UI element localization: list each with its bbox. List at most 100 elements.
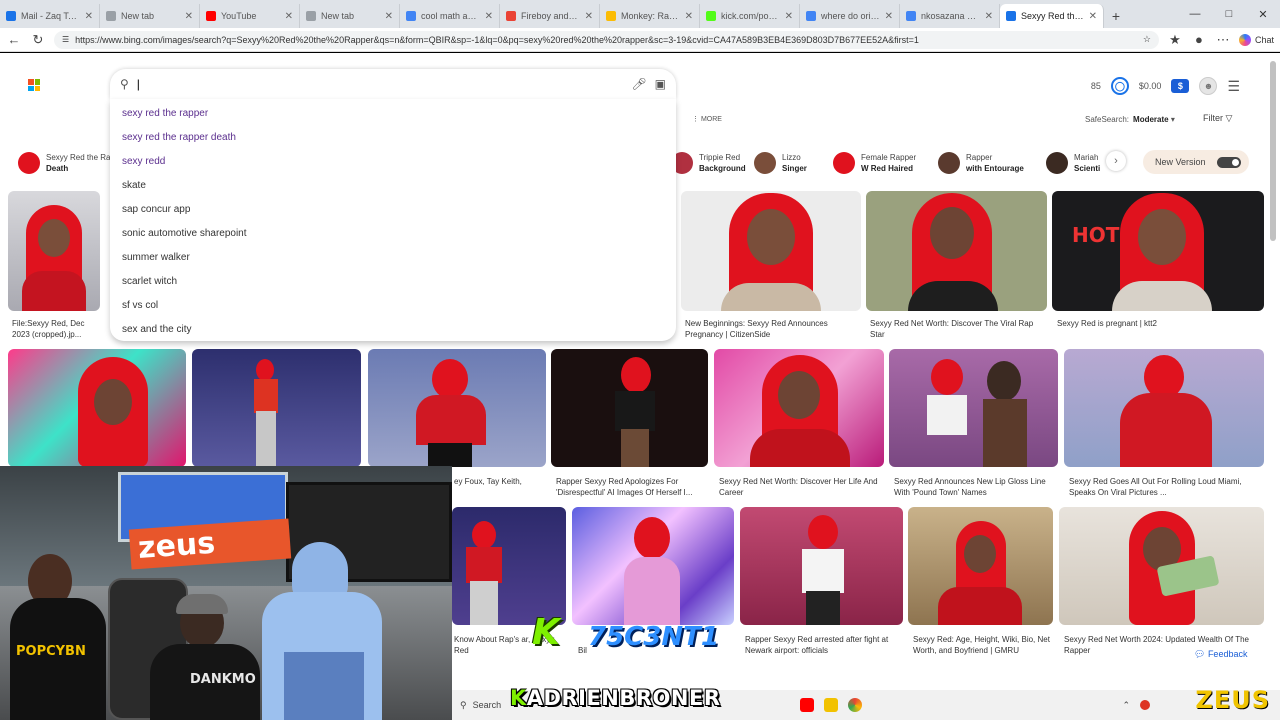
image-result[interactable] bbox=[908, 507, 1053, 625]
related-search-pill[interactable]: Sexyy Red the Ra Death bbox=[18, 149, 110, 177]
browser-tab[interactable]: nkosazana daug ✕ bbox=[900, 4, 1000, 28]
image-caption[interactable]: ey Foux, Tay Keith, bbox=[454, 476, 546, 500]
browser-tab[interactable]: where do original ✕ bbox=[800, 4, 900, 28]
related-search-pill[interactable]: Mariah Scienti bbox=[1046, 149, 1100, 177]
image-caption[interactable]: Rapper Sexyy Red arrested after fight at… bbox=[745, 634, 903, 658]
tab-close-icon[interactable]: ✕ bbox=[685, 11, 693, 22]
tray-app-icon[interactable] bbox=[1140, 700, 1150, 710]
new-version-toggle[interactable]: New Version bbox=[1143, 150, 1249, 174]
copilot-chat-button[interactable]: Chat bbox=[1238, 33, 1274, 46]
tab-close-icon[interactable]: ✕ bbox=[785, 11, 793, 22]
safesearch-control[interactable]: SafeSearch: Moderate ▾ bbox=[1085, 115, 1175, 124]
close-window-icon[interactable]: ✕ bbox=[1246, 0, 1280, 28]
image-caption[interactable]: Sexyy Red is pregnant | ktt2 bbox=[1057, 318, 1257, 342]
browser-tab[interactable]: Mail - Zaq Taylor ✕ bbox=[0, 4, 100, 28]
browser-tab[interactable]: cool math among us ✕ bbox=[400, 4, 500, 28]
image-caption[interactable]: New Beginnings: Sexyy Red Announces Preg… bbox=[685, 318, 861, 342]
favorites-icon[interactable]: ★ bbox=[1167, 32, 1183, 48]
browser-tab[interactable]: Sexyy Red the Rap ✕ bbox=[1000, 4, 1104, 28]
suggestion-item[interactable]: sexy redd bbox=[110, 149, 676, 173]
image-caption[interactable]: Sexyy Red Announces New Lip Gloss Line W… bbox=[894, 476, 1058, 500]
related-search-pill[interactable]: Rapper with Entourage bbox=[938, 149, 1024, 177]
system-tray-chevron-icon[interactable]: ⌃ bbox=[1122, 700, 1130, 711]
toggle-switch[interactable] bbox=[1217, 156, 1241, 168]
image-caption[interactable]: Sexyy Red Net Worth: Discover Her Life A… bbox=[719, 476, 883, 500]
tab-close-icon[interactable]: ✕ bbox=[1089, 11, 1097, 22]
tab-close-icon[interactable]: ✕ bbox=[585, 11, 593, 22]
suggestion-item[interactable]: skate bbox=[110, 173, 676, 197]
microphone-icon[interactable]: 🎤︎ bbox=[631, 77, 646, 91]
image-result[interactable] bbox=[889, 349, 1058, 467]
tab-close-icon[interactable]: ✕ bbox=[285, 11, 293, 22]
pills-next-arrow-icon[interactable]: › bbox=[1106, 151, 1126, 171]
youtube-app-icon[interactable] bbox=[800, 698, 815, 712]
image-caption[interactable]: Rapper Sexyy Red Apologizes For 'Disresp… bbox=[556, 476, 708, 500]
search-icon[interactable]: ⚲ bbox=[120, 77, 129, 91]
tab-close-icon[interactable]: ✕ bbox=[985, 11, 993, 22]
suggestion-item[interactable]: summer walker bbox=[110, 245, 676, 269]
tab-close-icon[interactable]: ✕ bbox=[885, 11, 893, 22]
favorite-star-icon[interactable]: ☆ bbox=[1143, 34, 1151, 45]
image-result[interactable] bbox=[8, 191, 100, 311]
suggestion-item[interactable]: sex and the city bbox=[110, 317, 676, 341]
image-result[interactable] bbox=[192, 349, 361, 467]
image-result[interactable] bbox=[8, 349, 186, 467]
chrome-app-icon[interactable] bbox=[848, 698, 863, 712]
profile-icon[interactable]: ● bbox=[1191, 32, 1207, 48]
balance-text[interactable]: $0.00 bbox=[1139, 81, 1162, 91]
site-info-icon[interactable]: ☰ bbox=[62, 35, 69, 44]
image-result[interactable] bbox=[1064, 349, 1264, 467]
related-search-pill[interactable]: Lizzo Singer bbox=[754, 149, 807, 177]
image-caption[interactable]: Sexyy Red Goes All Out For Rolling Loud … bbox=[1069, 476, 1263, 500]
tab-close-icon[interactable]: ✕ bbox=[485, 11, 493, 22]
image-result[interactable] bbox=[368, 349, 546, 467]
image-caption[interactable]: File:Sexyy Red, Dec 2023 (cropped).jp... bbox=[12, 318, 98, 342]
tab-close-icon[interactable]: ✕ bbox=[185, 11, 193, 22]
image-result[interactable] bbox=[1059, 507, 1264, 625]
suggestion-item[interactable]: sexy red the rapper death bbox=[110, 125, 676, 149]
browser-tab[interactable]: Monkey: Random ✕ bbox=[600, 4, 700, 28]
file-explorer-icon[interactable] bbox=[824, 698, 839, 712]
maximize-icon[interactable]: □ bbox=[1212, 0, 1246, 28]
filter-button[interactable]: Filter ▽ bbox=[1203, 113, 1232, 124]
suggestion-item[interactable]: sonic automotive sharepoint bbox=[110, 221, 676, 245]
search-box[interactable]: ⚲ 🎤︎ ▣ bbox=[110, 69, 676, 99]
tab-close-icon[interactable]: ✕ bbox=[385, 11, 393, 22]
image-result[interactable] bbox=[551, 349, 708, 467]
microsoft-logo-icon[interactable] bbox=[28, 79, 40, 91]
tab-close-icon[interactable]: ✕ bbox=[85, 11, 93, 22]
rewards-points[interactable]: 85 bbox=[1091, 81, 1101, 91]
image-caption[interactable]: Sexyy Red Net Worth: Discover The Viral … bbox=[870, 318, 1046, 342]
more-link[interactable]: ⋮ MORE bbox=[692, 115, 722, 123]
minimize-icon[interactable]: — bbox=[1178, 0, 1212, 28]
image-result[interactable] bbox=[572, 507, 734, 625]
suggestion-item[interactable]: sap concur app bbox=[110, 197, 676, 221]
more-menu-icon[interactable]: ⋯ bbox=[1215, 32, 1231, 48]
browser-tab[interactable]: Fireboy and Water ✕ bbox=[500, 4, 600, 28]
image-result[interactable] bbox=[714, 349, 884, 467]
browser-tab[interactable]: New tab ✕ bbox=[100, 4, 200, 28]
image-result[interactable] bbox=[681, 191, 861, 311]
browser-tab[interactable]: kick.com/popcorn ✕ bbox=[700, 4, 800, 28]
hamburger-menu-icon[interactable]: ☰ bbox=[1227, 78, 1240, 95]
image-caption[interactable]: Sexyy Red: Age, Height, Wiki, Bio, Net W… bbox=[913, 634, 1053, 658]
feedback-link[interactable]: 💬︎ Feedback bbox=[1194, 649, 1247, 660]
browser-tab[interactable]: New tab ✕ bbox=[300, 4, 400, 28]
related-search-pill[interactable]: Trippie Red Background bbox=[671, 149, 746, 177]
avatar[interactable]: ☻ bbox=[1199, 77, 1218, 95]
page-scrollbar[interactable] bbox=[1270, 61, 1276, 241]
suggestion-item[interactable]: sexy red the rapper bbox=[110, 101, 676, 125]
image-result[interactable] bbox=[740, 507, 903, 625]
refresh-icon[interactable]: ↻ bbox=[30, 32, 46, 48]
dollar-icon[interactable]: $ bbox=[1171, 79, 1190, 93]
back-icon[interactable]: ← bbox=[6, 32, 22, 48]
image-result[interactable] bbox=[866, 191, 1047, 311]
browser-tab[interactable]: YouTube ✕ bbox=[200, 4, 300, 28]
new-tab-icon[interactable]: + bbox=[1104, 4, 1128, 28]
image-result[interactable] bbox=[452, 507, 566, 625]
search-input[interactable] bbox=[136, 77, 624, 91]
rewards-icon[interactable]: ◯ bbox=[1110, 77, 1129, 95]
related-search-pill[interactable]: Female Rapper W Red Haired bbox=[833, 149, 916, 177]
visual-search-icon[interactable]: ▣ bbox=[655, 77, 666, 91]
address-bar[interactable]: ☰ https://www.bing.com/images/search?q=S… bbox=[54, 30, 1159, 49]
